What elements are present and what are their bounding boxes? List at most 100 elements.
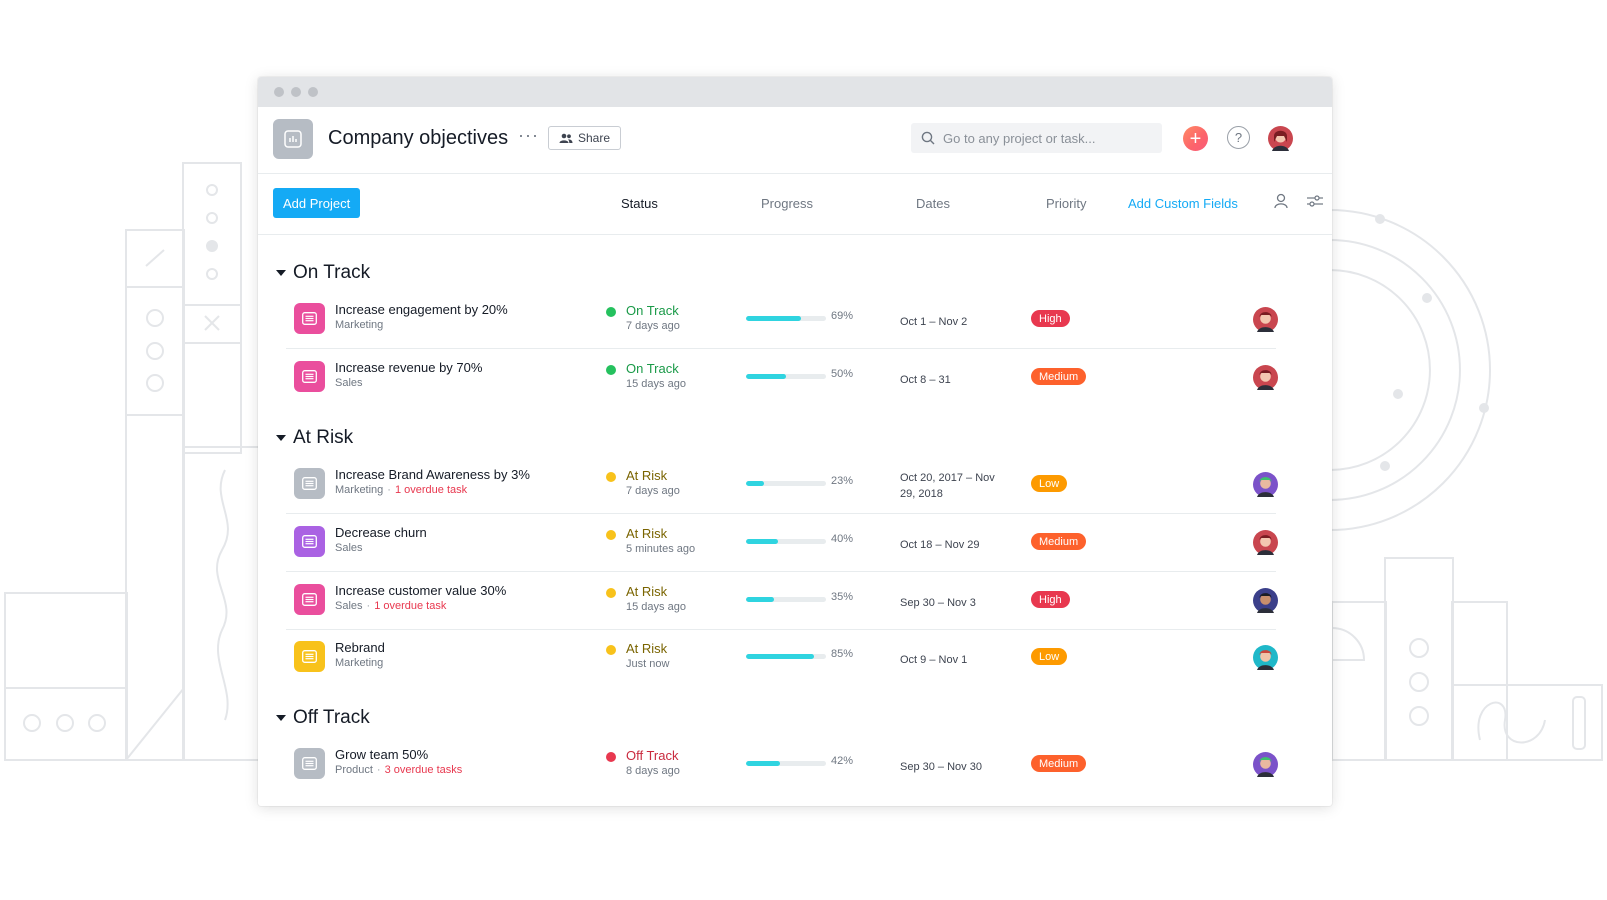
separator-dot: ·: [387, 484, 391, 496]
status-label[interactable]: At Risk: [626, 584, 667, 599]
date-range[interactable]: Oct 8 – 31: [900, 372, 1010, 388]
column-header-status[interactable]: Status: [621, 196, 658, 211]
team-label: Sales: [335, 600, 363, 612]
priority-badge[interactable]: High: [1031, 310, 1070, 327]
search-input[interactable]: [941, 129, 1145, 147]
date-range[interactable]: Oct 1 – Nov 2: [900, 314, 1010, 330]
priority-badge[interactable]: Low: [1031, 648, 1068, 665]
sliders-icon[interactable]: [1307, 195, 1323, 207]
priority-badge[interactable]: Medium: [1031, 533, 1087, 550]
overdue-tasks-link[interactable]: 3 overdue tasks: [385, 764, 463, 776]
status-label[interactable]: On Track: [626, 361, 679, 376]
status-dot: [606, 530, 616, 540]
section-title: At Risk: [293, 427, 354, 448]
status-dot: [606, 365, 616, 375]
owner-avatar[interactable]: [1253, 307, 1278, 337]
avatar-green-hair: [1253, 752, 1278, 777]
section-header[interactable]: At Risk: [276, 427, 353, 449]
project-row[interactable]: Increase customer value 30% Sales · 1 over…: [286, 571, 1278, 630]
project-team: Marketing: [335, 319, 383, 331]
priority-badge[interactable]: Medium: [1031, 755, 1087, 772]
progress-fill: [746, 654, 814, 659]
window-minimize-button[interactable]: [291, 87, 301, 97]
date-range[interactable]: Sep 30 – Nov 30: [900, 759, 1010, 775]
help-button[interactable]: ?: [1227, 126, 1250, 149]
progress-percent: 35%: [831, 591, 854, 603]
progress-fill: [746, 481, 765, 486]
progress-fill: [746, 597, 774, 602]
progress-percent: 69%: [831, 310, 854, 322]
team-label: Sales: [335, 377, 363, 389]
status-label[interactable]: Off Track: [626, 748, 679, 763]
list-doc-icon: [294, 303, 325, 334]
project-row[interactable]: Grow team 50% Product · 3 overdue tasks Of…: [286, 735, 1278, 793]
project-name[interactable]: Increase engagement by 20%: [335, 302, 508, 317]
project-row[interactable]: Increase Brand Awareness by 3% Marketing…: [286, 455, 1278, 514]
status-label[interactable]: At Risk: [626, 641, 667, 656]
project-name[interactable]: Increase Brand Awareness by 3%: [335, 467, 530, 482]
progress-percent: 50%: [831, 368, 854, 380]
caret-down-icon[interactable]: [276, 270, 286, 276]
person-icon[interactable]: [1274, 193, 1288, 209]
window-close-button[interactable]: [274, 87, 284, 97]
progress-bar: [746, 597, 826, 602]
caret-down-icon[interactable]: [276, 715, 286, 721]
project-name[interactable]: Increase customer value 30%: [335, 583, 506, 598]
project-name[interactable]: Rebrand: [335, 640, 385, 655]
search-bar[interactable]: [911, 123, 1162, 153]
progress-percent: 23%: [831, 475, 854, 487]
project-team: Marketing · 1 overdue task: [335, 484, 467, 496]
window-maximize-button[interactable]: [308, 87, 318, 97]
owner-avatar[interactable]: [1253, 752, 1278, 782]
share-button[interactable]: Share: [548, 126, 622, 150]
project-row[interactable]: Decrease churn Sales At Risk 5 minutes a…: [286, 513, 1278, 572]
section-header[interactable]: On Track: [276, 262, 370, 284]
project-team: Sales: [335, 377, 363, 389]
section-header[interactable]: Off Track: [276, 707, 370, 729]
priority-badge[interactable]: Low: [1031, 475, 1068, 492]
progress-fill: [746, 761, 780, 766]
status-label[interactable]: At Risk: [626, 468, 667, 483]
quick-add-button[interactable]: +: [1183, 126, 1208, 151]
share-label: Share: [578, 131, 611, 145]
add-project-button[interactable]: Add Project: [273, 188, 361, 218]
column-header-priority[interactable]: Priority: [1046, 196, 1086, 211]
project-name[interactable]: Grow team 50%: [335, 747, 428, 762]
project-row[interactable]: Rebrand Marketing At Risk Just now 85% O…: [286, 628, 1278, 686]
project-team: Marketing: [335, 657, 383, 669]
column-header-progress[interactable]: Progress: [761, 196, 813, 211]
owner-avatar[interactable]: [1253, 472, 1278, 502]
owner-avatar[interactable]: [1253, 588, 1278, 618]
team-label: Sales: [335, 542, 363, 554]
avatar-red-hair: [1253, 530, 1278, 555]
project-row[interactable]: Increase revenue by 70% Sales On Track 1…: [286, 348, 1278, 406]
date-range[interactable]: Oct 9 – Nov 1: [900, 652, 1010, 668]
project-row[interactable]: Increase engagement by 20% Marketing On …: [286, 290, 1278, 349]
user-avatar[interactable]: [1268, 126, 1293, 156]
date-range[interactable]: Sep 30 – Nov 3: [900, 595, 1010, 611]
priority-badge[interactable]: High: [1031, 591, 1070, 608]
more-options-icon[interactable]: ···: [518, 125, 539, 146]
owner-avatar[interactable]: [1253, 365, 1278, 395]
avatar-teal-bg: [1253, 645, 1278, 670]
owner-avatar[interactable]: [1253, 530, 1278, 560]
status-updated-time: 8 days ago: [626, 765, 680, 777]
project-team: Sales · 1 overdue task: [335, 600, 446, 612]
date-range[interactable]: Oct 18 – Nov 29: [900, 537, 1010, 553]
status-label[interactable]: At Risk: [626, 526, 667, 541]
overdue-tasks-link[interactable]: 1 overdue task: [374, 600, 446, 612]
priority-badge[interactable]: Medium: [1031, 368, 1087, 385]
date-range[interactable]: Oct 20, 2017 – Nov 29, 2018: [900, 470, 1010, 502]
section-title: On Track: [293, 262, 371, 283]
owner-avatar[interactable]: [1253, 645, 1278, 675]
status-label[interactable]: On Track: [626, 303, 679, 318]
caret-down-icon[interactable]: [276, 435, 286, 441]
overdue-tasks-link[interactable]: 1 overdue task: [395, 484, 467, 496]
project-name[interactable]: Decrease churn: [335, 525, 427, 540]
progress-bar: [746, 316, 826, 321]
column-header-dates[interactable]: Dates: [916, 196, 950, 211]
project-name[interactable]: Increase revenue by 70%: [335, 360, 482, 375]
page-title: Company objectives: [328, 127, 509, 149]
add-custom-fields-link[interactable]: Add Custom Fields: [1128, 196, 1238, 211]
avatar-dark-hair: [1253, 588, 1278, 613]
